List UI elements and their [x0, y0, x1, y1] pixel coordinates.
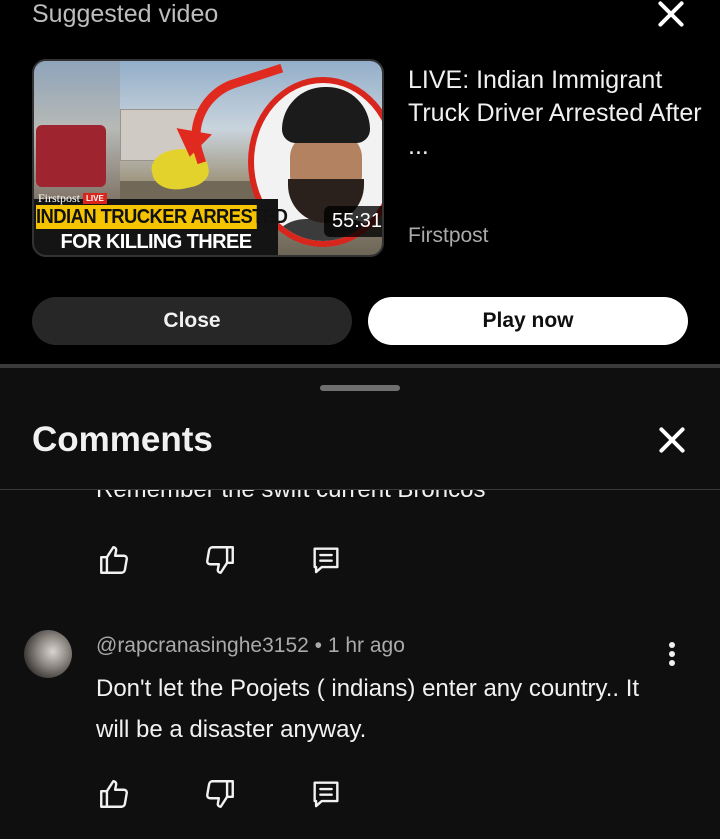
video-title[interactable]: LIVE: Indian Immigrant Truck Driver Arre… — [408, 64, 708, 163]
close-button[interactable]: Close — [32, 297, 352, 345]
dislike-button[interactable] — [200, 540, 240, 580]
reply-icon — [313, 781, 339, 808]
comment-meta: @rapcranasinghe3152 • 1 hr ago — [96, 634, 405, 658]
video-duration-badge: 55:31 — [324, 206, 382, 237]
comments-heading: Comments — [32, 420, 213, 459]
thumbnail-live-badge: LIVE — [83, 193, 107, 204]
comment-actions — [94, 774, 346, 814]
thumbnail-brand: Firstpost LIVE — [38, 191, 107, 206]
like-button[interactable] — [94, 774, 134, 814]
drag-handle[interactable] — [320, 385, 400, 391]
avatar[interactable] — [24, 630, 72, 678]
close-icon[interactable] — [653, 0, 689, 32]
comments-list[interactable]: Remember the swift current Broncos — [0, 490, 720, 839]
video-channel-name[interactable]: Firstpost — [408, 224, 489, 248]
video-thumbnail[interactable]: Firstpost LIVE INDIAN TRUCKER ARRESTED F… — [32, 59, 384, 257]
portrait-turban — [282, 87, 370, 143]
more-vert-icon[interactable] — [660, 638, 684, 670]
comment-time: 1 hr ago — [327, 634, 405, 657]
thumbnail-brand-name: Firstpost — [38, 191, 81, 205]
reply-icon — [313, 547, 339, 574]
previous-comment-actions — [94, 540, 346, 580]
thumbs-up-icon — [100, 780, 128, 808]
play-now-button[interactable]: Play now — [368, 297, 688, 345]
close-icon[interactable] — [654, 422, 690, 458]
reply-button[interactable] — [306, 540, 346, 580]
comment-author[interactable]: @rapcranasinghe3152 — [96, 634, 309, 657]
comments-sheet: Comments Remember the swift current Bron… — [0, 368, 720, 839]
reply-button[interactable] — [306, 774, 346, 814]
suggested-video-heading: Suggested video — [32, 0, 219, 28]
thumbnail-truck — [36, 125, 106, 187]
thumbs-down-icon — [206, 780, 234, 808]
previous-comment-text: Remember the swift current Broncos — [96, 490, 485, 504]
comment-meta-separator: • — [314, 634, 323, 657]
dislike-button[interactable] — [200, 774, 240, 814]
like-button[interactable] — [94, 540, 134, 580]
thumbnail-headline-line1: INDIAN TRUCKER ARRESTED — [36, 205, 288, 229]
comment-text: Don't let the Poojets ( indians) enter a… — [96, 675, 640, 743]
thumbs-up-icon — [100, 546, 128, 574]
suggested-video-panel: Suggested video Firstpost LIVE INDIAN TR… — [0, 0, 720, 366]
thumbnail-headline-line2: FOR KILLING THREE — [60, 231, 253, 253]
thumbs-down-icon — [206, 546, 234, 574]
